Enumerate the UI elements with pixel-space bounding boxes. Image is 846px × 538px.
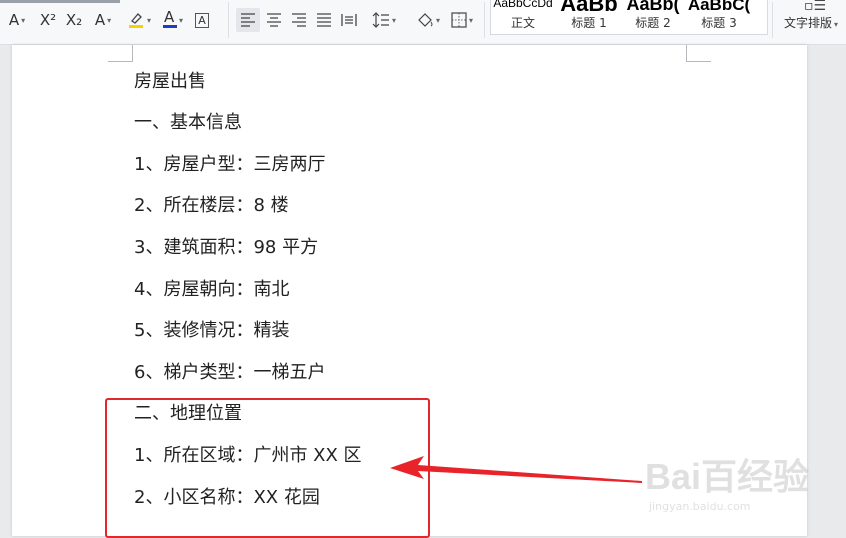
highlight-box	[105, 398, 430, 538]
font-color-icon: A	[163, 8, 175, 26]
paragraph-line: 6、梯户类型：一梯五户	[134, 362, 326, 383]
justify-icon	[317, 13, 331, 27]
document-title: 房屋出售	[134, 71, 206, 92]
align-right-button[interactable]	[287, 8, 311, 32]
section-heading: 一、基本信息	[134, 112, 242, 133]
ribbon-divider	[484, 2, 485, 38]
style-heading-1[interactable]: AaBb 标题 1	[557, 0, 621, 34]
shading-button[interactable]: ▾	[412, 8, 444, 32]
align-right-icon	[292, 13, 306, 27]
text-layout-label: 文字排版	[784, 16, 833, 30]
paragraph-line: 1、房屋户型：三房两厅	[134, 154, 326, 175]
chevron-down-icon: ▾	[146, 15, 151, 25]
style-preview: AaBbCcDd	[493, 0, 553, 10]
text-layout-button[interactable]: ▫☰ 文字排版 ▾	[780, 0, 846, 40]
font-color-swatch	[162, 25, 177, 28]
margin-marker-left	[108, 45, 133, 62]
ribbon-top-edge	[0, 0, 120, 3]
borders-icon	[451, 12, 467, 28]
subscript-icon: X₂	[65, 11, 83, 29]
style-heading-3[interactable]: AaBbC( 标题 3	[687, 0, 751, 34]
text-effect-button[interactable]: A ▾	[2, 8, 32, 32]
line-spacing-button[interactable]: ▾	[368, 8, 400, 32]
superscript-button[interactable]: X²	[36, 8, 60, 32]
paint-bucket-icon	[418, 13, 433, 27]
text-layout-icon: ▫☰	[804, 0, 827, 14]
style-preview: AaBb(	[626, 0, 680, 14]
line-spacing-icon	[372, 12, 389, 28]
baidu-watermark: Bai百经验 jingyan.baidu.com	[645, 448, 845, 528]
chevron-down-icon: ▾	[107, 15, 112, 25]
annotation-arrow	[390, 456, 642, 483]
watermark-url: jingyan.baidu.com	[649, 500, 751, 513]
char-shading-button[interactable]: A ▾	[88, 8, 118, 32]
distributed-button[interactable]	[337, 8, 361, 32]
char-border-icon: A	[195, 12, 209, 28]
highlight-color-button[interactable]: ▾	[124, 8, 154, 32]
distributed-align-icon	[341, 14, 357, 26]
style-gallery: AaBbCcDd 正文 AaBb 标题 1 AaBb( 标题 2 AaBbC( …	[490, 0, 768, 35]
chevron-down-icon: ▾	[468, 15, 473, 25]
margin-marker-right	[686, 45, 711, 62]
chevron-down-icon: ▾	[834, 20, 839, 29]
style-normal[interactable]: AaBbCcDd 正文	[491, 0, 555, 34]
ribbon-divider	[772, 2, 773, 38]
ribbon-divider	[228, 2, 229, 38]
subscript-button[interactable]: X₂	[62, 8, 86, 32]
paragraph-line: 2、所在楼层：8 楼	[134, 195, 289, 216]
watermark-logo-text: Bai百经验	[645, 456, 810, 497]
text-effect-icon: A	[8, 11, 20, 29]
style-heading-2[interactable]: AaBb( 标题 2	[621, 0, 685, 34]
superscript-icon: X²	[39, 11, 57, 29]
align-center-button[interactable]	[262, 8, 286, 32]
char-shading-icon: A	[94, 11, 106, 29]
chevron-down-icon: ▾	[21, 15, 26, 25]
ribbon-toolbar: A ▾ X² X₂ A ▾ ▾ A ▾ A ▾ ▾ ▾ AaBbCcDd 正文 …	[0, 0, 846, 45]
justify-button[interactable]	[312, 8, 336, 32]
paragraph-line: 3、建筑面积：98 平方	[134, 237, 319, 258]
paragraph-line: 5、装修情况：精装	[134, 320, 290, 341]
style-label: 标题 2	[635, 16, 671, 30]
style-label: 标题 3	[701, 16, 737, 30]
paragraph-line: 4、房屋朝向：南北	[134, 279, 290, 300]
style-preview: AaBbC(	[687, 0, 751, 14]
chevron-down-icon: ▾	[435, 15, 440, 25]
border-button[interactable]: ▾	[446, 8, 478, 32]
style-label: 标题 1	[571, 16, 607, 30]
char-border-button[interactable]: A	[192, 8, 212, 32]
font-color-button[interactable]: A ▾	[158, 8, 188, 32]
chevron-down-icon: ▾	[391, 15, 396, 25]
style-label: 正文	[510, 16, 535, 30]
highlighter-icon	[128, 13, 143, 28]
align-left-icon	[241, 13, 255, 27]
align-left-button[interactable]	[236, 8, 260, 32]
align-center-icon	[267, 13, 281, 27]
chevron-down-icon: ▾	[178, 15, 183, 25]
